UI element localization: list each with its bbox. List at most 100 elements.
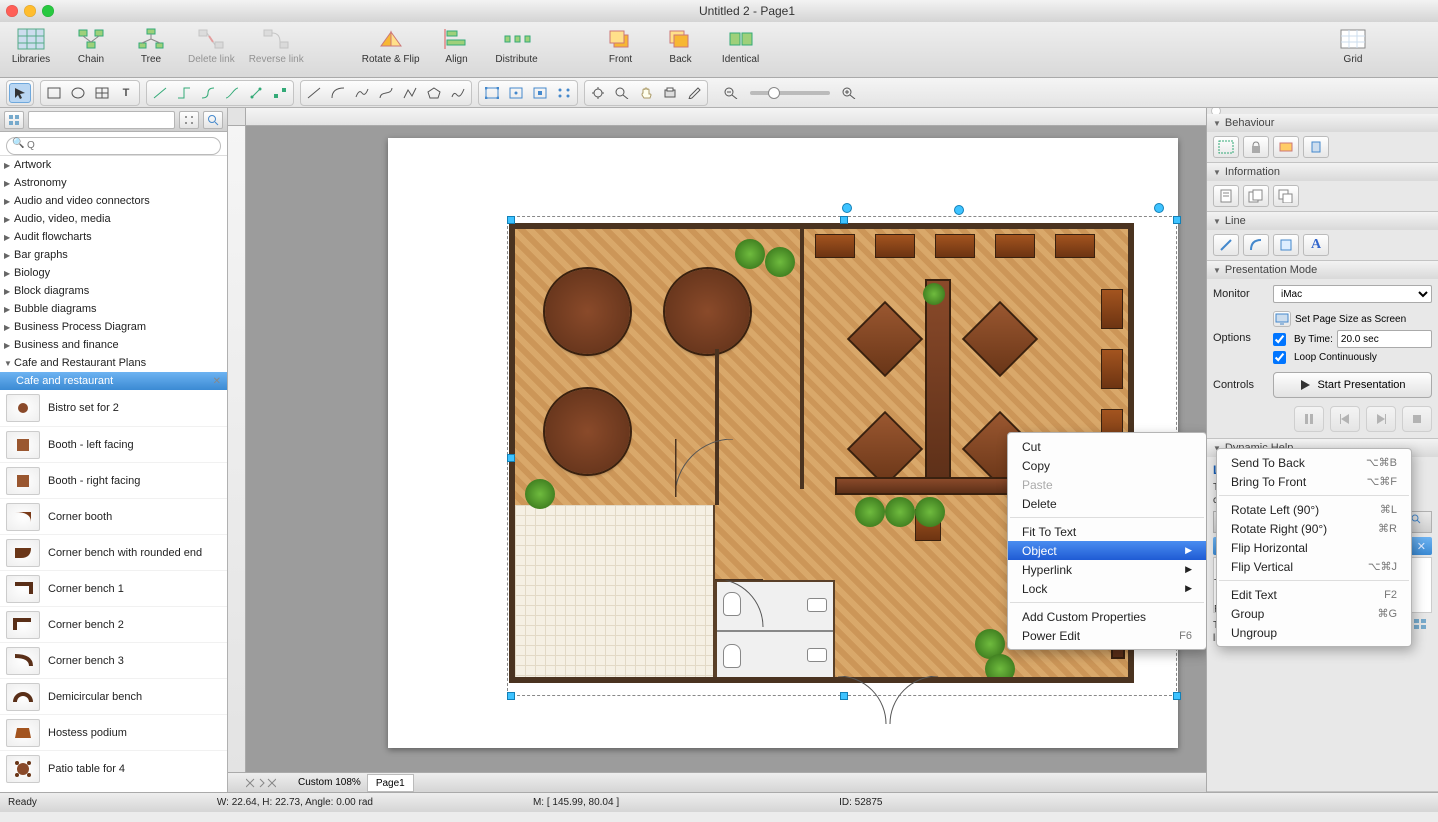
- polygon-tool[interactable]: [423, 83, 445, 103]
- behaviour-icon-3[interactable]: [1273, 136, 1299, 158]
- zoom-slider[interactable]: [750, 91, 830, 95]
- ctx-lock[interactable]: Lock▶: [1008, 579, 1206, 598]
- ctx-object[interactable]: Object▶: [1008, 541, 1206, 560]
- distribute-button[interactable]: Distribute: [494, 26, 540, 65]
- ctx-flip-vertical[interactable]: Flip Vertical⌥⌘J: [1217, 557, 1411, 576]
- lock-icon[interactable]: [1243, 136, 1269, 158]
- zoom-tool[interactable]: [611, 83, 633, 103]
- ctx-hyperlink[interactable]: Hyperlink▶: [1008, 560, 1206, 579]
- align-button[interactable]: Align: [434, 26, 480, 65]
- print-area-tool[interactable]: [659, 83, 681, 103]
- eyedropper-tool[interactable]: [683, 83, 705, 103]
- table-tool[interactable]: [91, 83, 113, 103]
- info-page-icon[interactable]: [1213, 185, 1239, 207]
- library-search-input[interactable]: [6, 137, 221, 155]
- front-button[interactable]: Front: [598, 26, 644, 65]
- ctx-send-to-back[interactable]: Send To Back⌥⌘B: [1217, 453, 1411, 472]
- shape-item[interactable]: Booth - right facing: [0, 462, 227, 498]
- shape-item[interactable]: Hostess podium: [0, 714, 227, 750]
- context-menu[interactable]: Cut Copy Paste Delete Fit To Text Object…: [1007, 432, 1206, 650]
- ctx-edit-text[interactable]: Edit TextF2: [1217, 585, 1411, 604]
- context-submenu-object[interactable]: Send To Back⌥⌘B Bring To Front⌥⌘F Rotate…: [1216, 448, 1412, 647]
- connector-tool-1[interactable]: [149, 83, 171, 103]
- zoom-out-button[interactable]: [720, 83, 742, 103]
- ctx-rotate-right[interactable]: Rotate Right (90°)⌘R: [1217, 519, 1411, 538]
- library-filter-input[interactable]: [28, 111, 175, 129]
- shape-item[interactable]: Corner booth: [0, 498, 227, 534]
- shape-item[interactable]: Bistro set for 2: [0, 390, 227, 426]
- shape-item[interactable]: Corner bench with rounded end: [0, 534, 227, 570]
- edit-points-tool-1[interactable]: [481, 83, 503, 103]
- ctx-rotate-left[interactable]: Rotate Left (90°)⌘L: [1217, 500, 1411, 519]
- library-selected-item[interactable]: Cafe and restaurant✕: [0, 372, 227, 390]
- text-tool[interactable]: T: [115, 83, 137, 103]
- connector-tool-6[interactable]: [269, 83, 291, 103]
- ctx-delete[interactable]: Delete: [1008, 494, 1206, 513]
- ctx-copy[interactable]: Copy: [1008, 456, 1206, 475]
- edit-points-tool-4[interactable]: [553, 83, 575, 103]
- drawing-canvas[interactable]: Cut Copy Paste Delete Fit To Text Object…: [228, 108, 1206, 792]
- shape-item[interactable]: Patio table for 4: [0, 750, 227, 786]
- behaviour-icon-1[interactable]: [1213, 136, 1239, 158]
- arc-tool[interactable]: [327, 83, 349, 103]
- edit-points-tool-2[interactable]: [505, 83, 527, 103]
- page-nav-icons[interactable]: [246, 776, 276, 790]
- ellipse-tool[interactable]: [67, 83, 89, 103]
- ctx-fit-to-text[interactable]: Fit To Text: [1008, 522, 1206, 541]
- close-library-icon[interactable]: ✕: [213, 376, 221, 387]
- line-text-icon[interactable]: A: [1303, 234, 1329, 256]
- edit-points-tool-3[interactable]: [529, 83, 551, 103]
- ctx-add-custom-props[interactable]: Add Custom Properties: [1008, 607, 1206, 626]
- connector-tool-4[interactable]: [221, 83, 243, 103]
- rect-tool[interactable]: [43, 83, 65, 103]
- polyline-tool[interactable]: [399, 83, 421, 103]
- page-tab[interactable]: Page1: [367, 774, 414, 792]
- ctx-ungroup[interactable]: Ungroup: [1217, 623, 1411, 642]
- monitor-select[interactable]: iMac: [1273, 285, 1432, 303]
- info-multi-icon[interactable]: [1243, 185, 1269, 207]
- ctx-bring-to-front[interactable]: Bring To Front⌥⌘F: [1217, 472, 1411, 491]
- identical-button[interactable]: Identical: [718, 26, 764, 65]
- library-categories-tree[interactable]: ▶Artwork ▶Astronomy ▶Audio and video con…: [0, 156, 227, 390]
- zoom-in-button[interactable]: [838, 83, 860, 103]
- zoom-window-button[interactable]: [42, 5, 54, 17]
- spline-tool[interactable]: [351, 83, 373, 103]
- ctx-flip-horizontal[interactable]: Flip Horizontal: [1217, 538, 1411, 557]
- start-presentation-button[interactable]: Start Presentation: [1273, 372, 1432, 398]
- by-time-checkbox[interactable]: [1273, 333, 1286, 346]
- loop-checkbox[interactable]: [1273, 351, 1286, 364]
- zoom-label[interactable]: Custom 108%: [298, 777, 361, 788]
- library-shapes-list[interactable]: Bistro set for 2 Booth - left facing Boo…: [0, 390, 227, 792]
- connector-tool-5[interactable]: [245, 83, 267, 103]
- shape-item[interactable]: Demicircular bench: [0, 678, 227, 714]
- line-style-icon[interactable]: [1243, 234, 1269, 256]
- ctx-cut[interactable]: Cut: [1008, 437, 1206, 456]
- minimize-window-button[interactable]: [24, 5, 36, 17]
- shape-item[interactable]: Corner bench 1: [0, 570, 227, 606]
- ctx-power-edit[interactable]: Power EditF6: [1008, 626, 1206, 645]
- tree-button[interactable]: Tree: [128, 26, 174, 65]
- behaviour-icon-4[interactable]: [1303, 136, 1329, 158]
- line-pen-icon[interactable]: [1213, 234, 1239, 256]
- freehand-tool[interactable]: [447, 83, 469, 103]
- connector-tool-2[interactable]: [173, 83, 195, 103]
- connector-tool-3[interactable]: [197, 83, 219, 103]
- shape-item[interactable]: Booth - left facing: [0, 426, 227, 462]
- shape-item[interactable]: Corner bench 3: [0, 642, 227, 678]
- library-tree-toggle[interactable]: [4, 111, 24, 129]
- close-window-button[interactable]: [6, 5, 18, 17]
- line-fill-icon[interactable]: [1273, 234, 1299, 256]
- by-time-input[interactable]: [1337, 330, 1432, 348]
- chain-button[interactable]: Chain: [68, 26, 114, 65]
- pointer-tool[interactable]: [9, 83, 31, 103]
- line-tool[interactable]: [303, 83, 325, 103]
- shape-item[interactable]: Corner bench 2: [0, 606, 227, 642]
- library-search-button[interactable]: [203, 111, 223, 129]
- rotate-flip-button[interactable]: Rotate & Flip: [362, 26, 420, 65]
- libraries-button[interactable]: Libraries: [8, 26, 54, 65]
- grid-button[interactable]: Grid: [1330, 26, 1376, 65]
- pan-tool[interactable]: [635, 83, 657, 103]
- fit-tool[interactable]: [587, 83, 609, 103]
- info-copy-icon[interactable]: [1273, 185, 1299, 207]
- ctx-group[interactable]: Group⌘G: [1217, 604, 1411, 623]
